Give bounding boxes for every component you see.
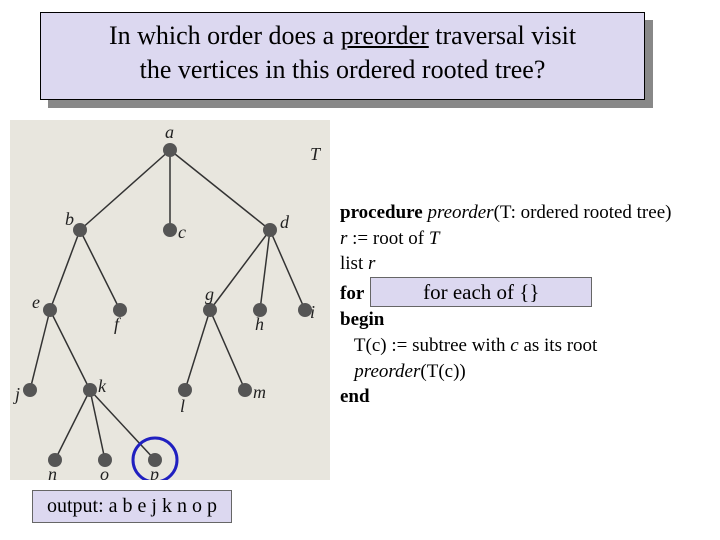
pc-line-1: procedure preorder(T: ordered rooted tre… bbox=[340, 200, 710, 226]
pc-l2-rest: := root of bbox=[347, 228, 428, 249]
pc-line-5: begin bbox=[340, 307, 710, 333]
tree-diagram: a T b c d e f g h i j k l m n o p bbox=[10, 120, 330, 480]
pc-l7-pre bbox=[340, 361, 354, 382]
pc-l7-post: (T(c)) bbox=[420, 361, 465, 382]
node-label-p: p bbox=[148, 464, 159, 480]
node-label-l: l bbox=[180, 396, 185, 416]
title-line-1: In which order does a preorder traversal… bbox=[51, 19, 634, 53]
node-label-h: h bbox=[255, 314, 264, 334]
node-label-b: b bbox=[65, 209, 74, 229]
node-label-i: i bbox=[310, 302, 315, 322]
title-underlined-word: preorder bbox=[341, 21, 429, 50]
kw-for: for bbox=[340, 283, 364, 304]
pc-line-8: end bbox=[340, 384, 710, 410]
pc-line-4: for for each of {} bbox=[340, 277, 710, 307]
var-c: c bbox=[510, 335, 518, 356]
var-T: T bbox=[429, 228, 440, 249]
pc-line-7: preorder(T(c)) bbox=[340, 359, 710, 385]
node-label-c: c bbox=[178, 222, 186, 242]
output-box: output: a b e j k n o p bbox=[32, 490, 232, 523]
var-r2: r bbox=[368, 253, 375, 274]
proc-name-2: preorder bbox=[354, 361, 420, 382]
node-label-d: d bbox=[280, 212, 290, 232]
pc-l6-pre: T(c) := subtree with bbox=[340, 335, 510, 356]
node-label-e: e bbox=[32, 292, 40, 312]
kw-begin: begin bbox=[340, 309, 384, 330]
title-line-2: the vertices in this ordered rooted tree… bbox=[51, 53, 634, 87]
for-each-highlight: for each of {} bbox=[370, 277, 592, 307]
node-label-o: o bbox=[100, 464, 109, 480]
title-text-prefix: In which order does a bbox=[109, 21, 341, 50]
kw-end: end bbox=[340, 386, 370, 407]
proc-params: (T: ordered rooted tree) bbox=[494, 202, 672, 223]
node-label-a: a bbox=[165, 122, 174, 142]
kw-list: list bbox=[340, 253, 368, 274]
pc-line-2: r := root of T bbox=[340, 226, 710, 252]
node-label-j: j bbox=[13, 384, 20, 404]
pc-l6-post: as its root bbox=[519, 335, 598, 356]
kw-procedure: procedure bbox=[340, 202, 423, 223]
node-label-g: g bbox=[205, 284, 214, 304]
pseudocode-block: procedure preorder(T: ordered rooted tre… bbox=[340, 200, 710, 410]
node-label-n: n bbox=[48, 464, 57, 480]
node-label-k: k bbox=[98, 376, 107, 396]
title-text-suffix: traversal visit bbox=[429, 21, 576, 50]
pc-line-3: list r bbox=[340, 251, 710, 277]
pc-line-6: T(c) := subtree with c as its root bbox=[340, 333, 710, 359]
output-text: output: a b e j k n o p bbox=[47, 495, 217, 517]
proc-name: preorder bbox=[427, 202, 493, 223]
title-box: In which order does a preorder traversal… bbox=[40, 12, 645, 100]
node-label-m: m bbox=[253, 382, 266, 402]
